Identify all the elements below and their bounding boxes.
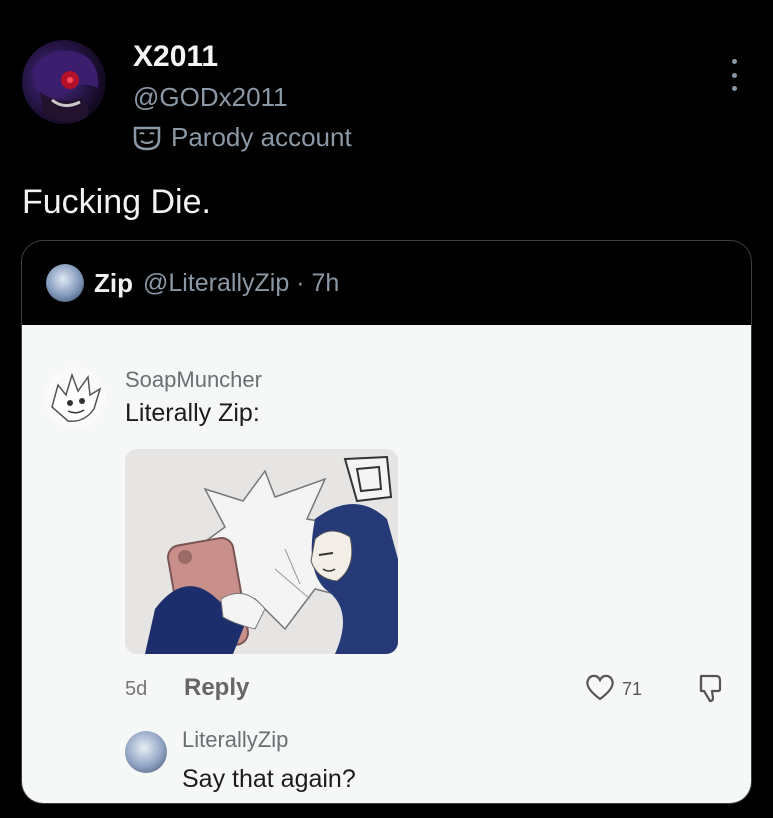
like-group[interactable]: 71 [584, 672, 642, 707]
comment-artwork-image [125, 449, 398, 654]
commenter-name: SoapMuncher [125, 367, 262, 392]
thumbs-down-icon[interactable] [692, 671, 726, 705]
more-vertical-icon[interactable] [726, 55, 742, 95]
quoted-post-header: Zip @LiterallyZip · 7h [22, 241, 751, 325]
reply-button[interactable]: Reply [184, 674, 249, 702]
post-text: Fucking Die. [22, 183, 211, 221]
reply-author-name: LiterallyZip [182, 727, 289, 752]
quoted-screenshot-panel: SoapMuncher Literally Zip: 5d Reply 71 L… [22, 325, 751, 803]
quoted-author-meta: @LiterallyZip · 7h [143, 268, 340, 297]
heart-icon[interactable] [584, 672, 616, 707]
quoted-author-name[interactable]: Zip [94, 268, 133, 299]
like-count: 71 [622, 679, 643, 699]
display-name[interactable]: X2011 [133, 40, 218, 74]
post-author-avatar[interactable] [22, 40, 106, 124]
quoted-author-avatar[interactable] [46, 264, 84, 302]
comment-text: Literally Zip: [125, 399, 260, 427]
user-handle[interactable]: @GODx2011 [133, 82, 288, 113]
reply-author-avatar [125, 731, 167, 773]
quoted-post-card[interactable]: Zip @LiterallyZip · 7h SoapMuncher Liter… [21, 240, 752, 804]
comment-age: 5d [125, 678, 148, 700]
commenter-avatar [44, 367, 106, 429]
reply-text: Say that again? [182, 765, 356, 793]
mask-icon [133, 125, 161, 151]
parody-label: Parody account [133, 122, 352, 153]
parody-account-text: Parody account [171, 122, 352, 152]
